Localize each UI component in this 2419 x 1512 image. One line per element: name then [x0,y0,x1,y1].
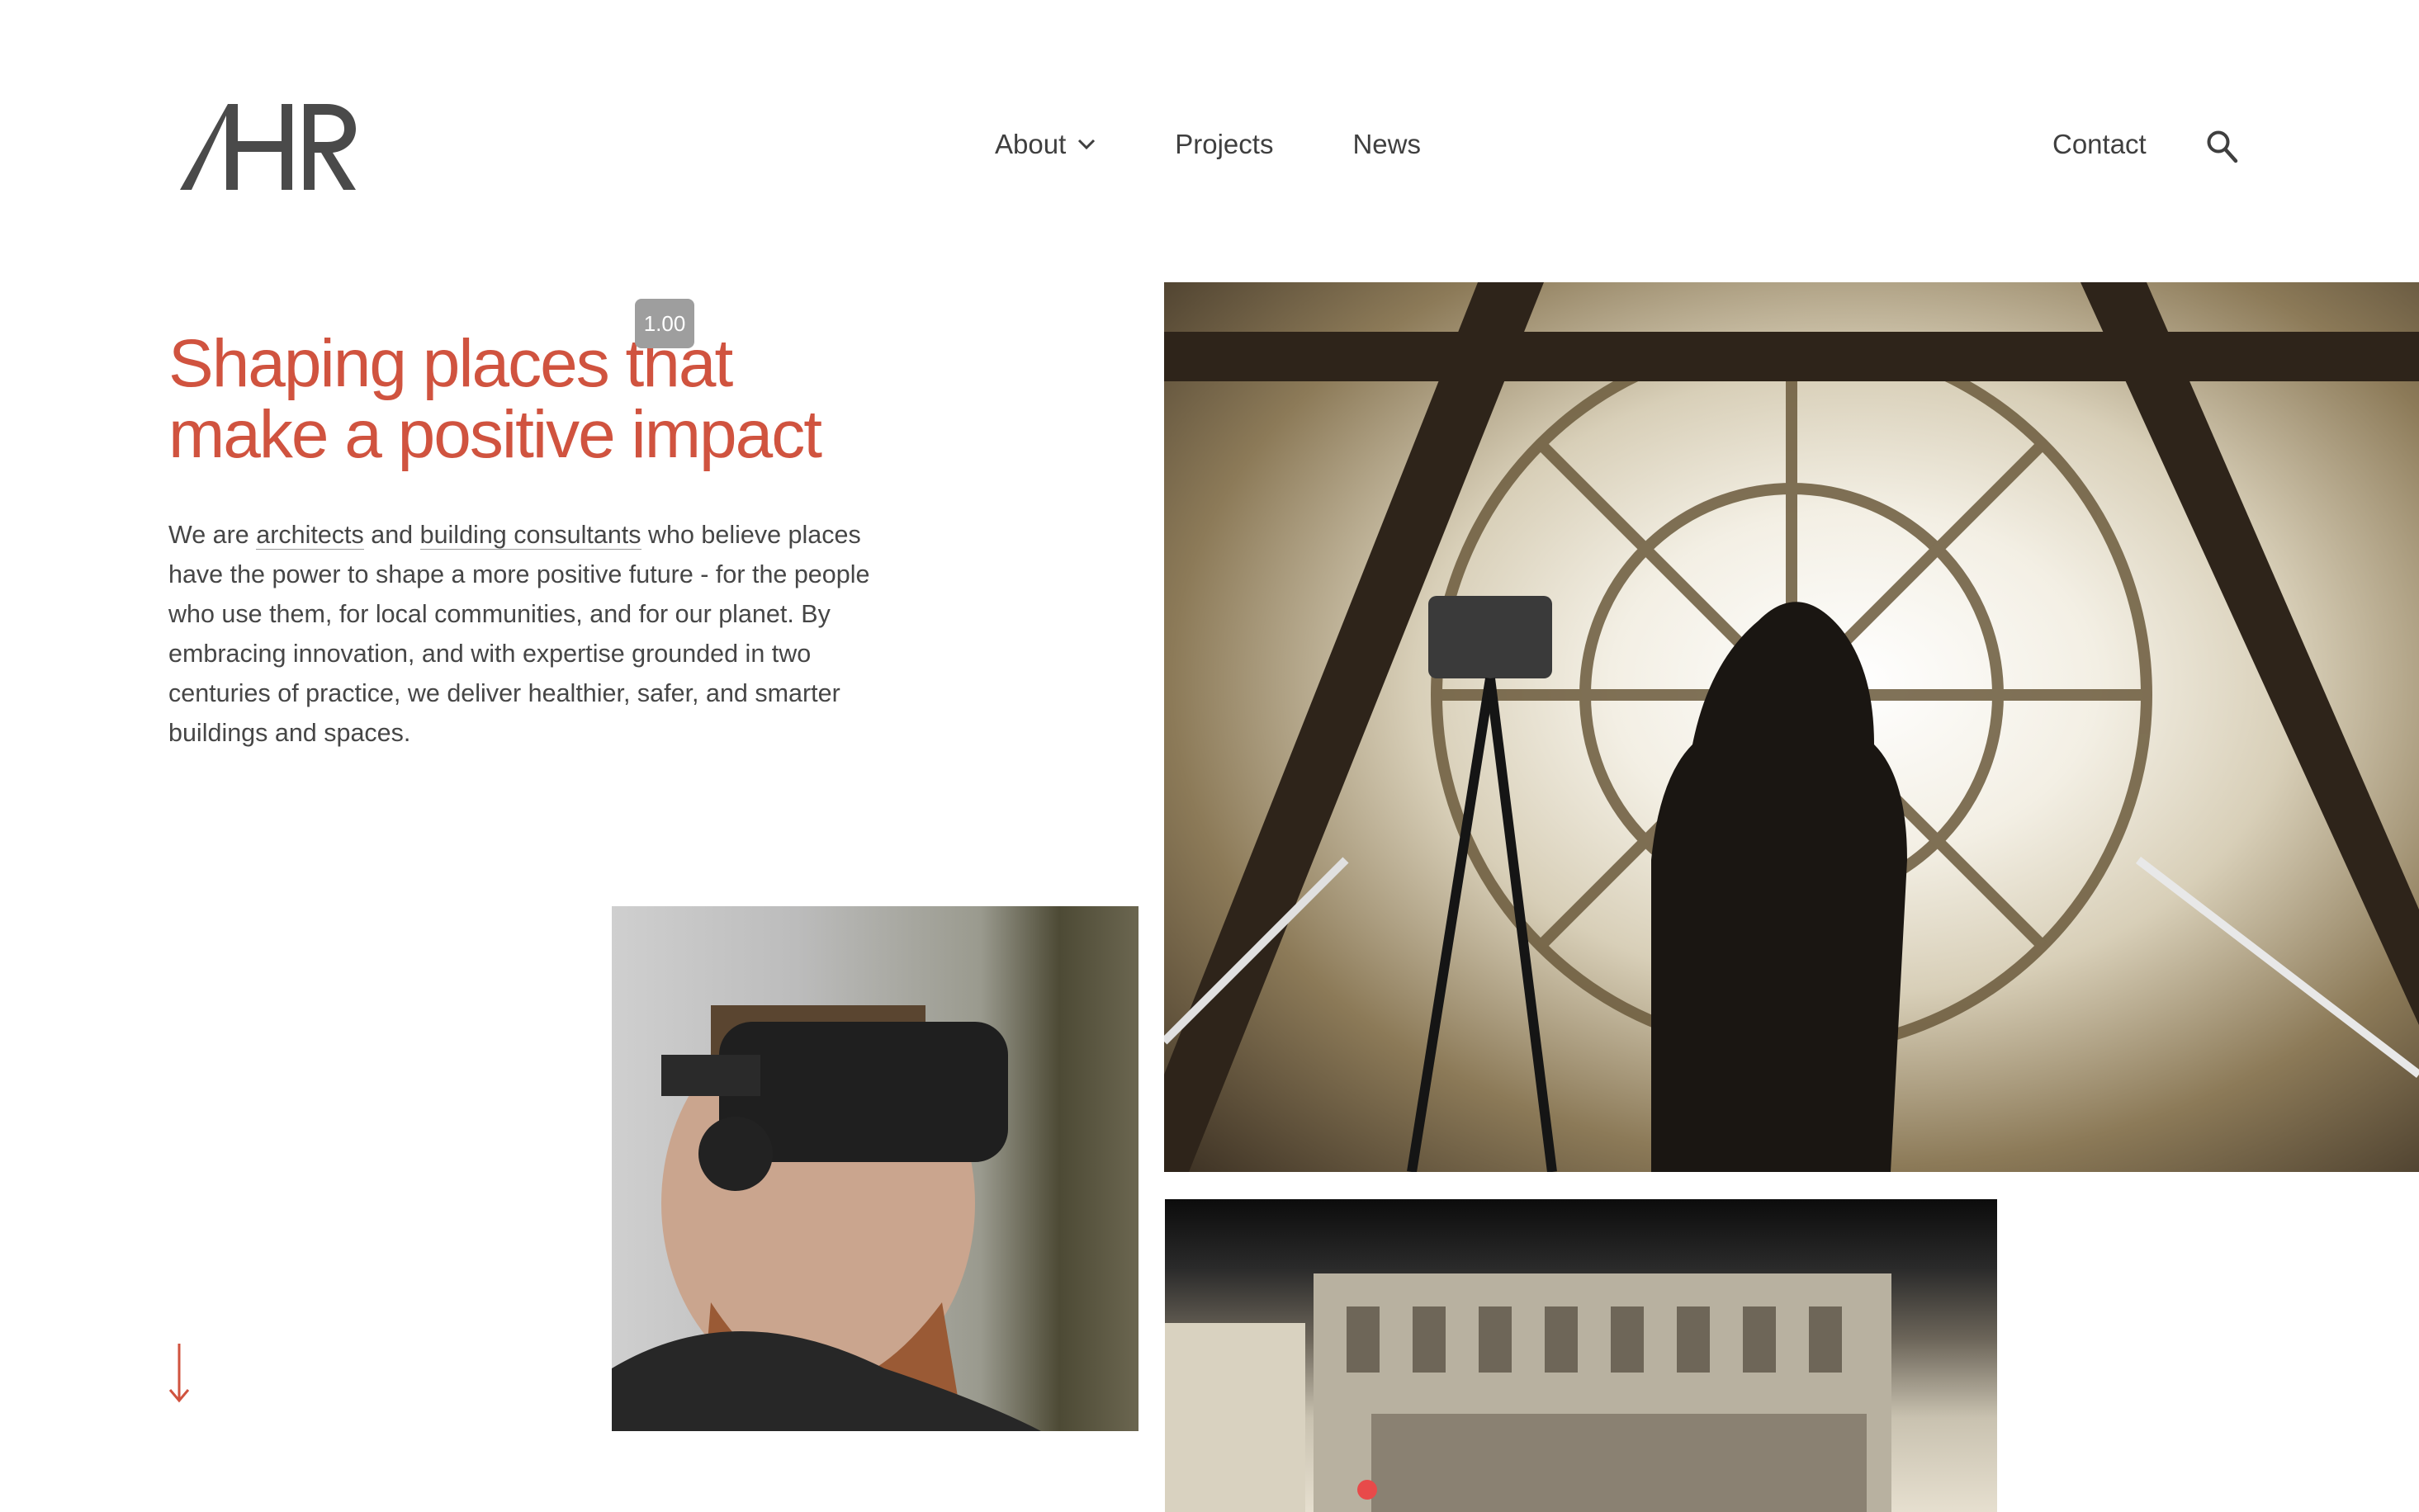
rose-window-laser-scan-photo [1164,282,2419,1172]
building-3d-model-photo [1165,1199,1997,1512]
intro-text-1: We are [168,521,257,549]
hero-headline: Shaping places that make a positive impa… [168,328,911,470]
ahr-logo-mark [180,104,356,190]
nav-item-projects-label: Projects [1175,129,1274,159]
arrow-down-icon[interactable] [168,1344,190,1403]
search-icon[interactable] [2206,130,2239,164]
vr-headset-photo [612,906,1138,1431]
ahr-logo[interactable] [180,104,357,190]
hero-headline-line2: make a positive impact [168,397,822,472]
chevron-down-icon [1077,139,1096,150]
main-nav: About Projects News [995,129,1421,160]
nav-item-about-label: About [995,129,1067,159]
nav-item-news[interactable]: News [1352,129,1421,160]
building-consultants-link[interactable]: building consultants [419,521,641,550]
page: About Projects News Contact Shaping plac… [0,0,2419,1512]
hero-intro: We are architects and building consultan… [168,515,878,753]
zoom-level-badge: 1.00 [635,299,694,348]
intro-text-2: and [363,521,420,549]
intro-text-3: who believe places have the power to sha… [168,521,870,747]
architects-link[interactable]: architects [256,521,364,550]
contact-link[interactable]: Contact [2052,129,2147,160]
nav-item-news-label: News [1352,129,1421,159]
nav-item-about[interactable]: About [995,129,1096,160]
nav-item-projects[interactable]: Projects [1175,129,1273,160]
